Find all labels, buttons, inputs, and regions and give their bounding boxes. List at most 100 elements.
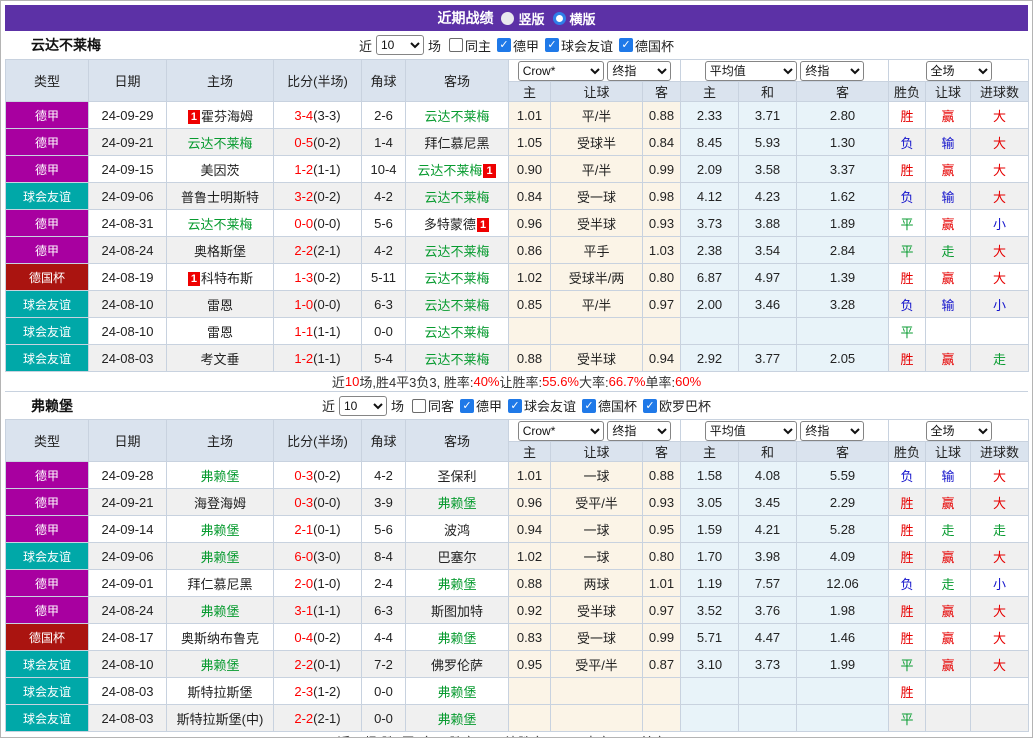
match-type-badge: 德甲 — [6, 210, 89, 237]
layout-option-horizontal[interactable]: 横版 — [553, 9, 596, 28]
avg-away-odds: 1.39 — [797, 264, 889, 291]
away-team-name[interactable]: 云达不莱梅 — [424, 271, 489, 286]
handicap-home-odds: 0.88 — [509, 345, 551, 372]
avg-away-odds: 1.98 — [797, 597, 889, 624]
result-winloss: 负 — [889, 570, 926, 597]
home-team-name[interactable]: 普鲁士明斯特 — [181, 190, 259, 205]
away-team-name[interactable]: 斯图加特 — [431, 604, 483, 619]
match-scope-select[interactable]: 全场 — [926, 61, 992, 81]
away-team-name[interactable]: 波鸿 — [444, 523, 470, 538]
avg-draw-odds: 3.73 — [739, 651, 797, 678]
away-team-name[interactable]: 多特蒙德 — [424, 217, 476, 232]
away-team-name[interactable]: 弗赖堡 — [437, 577, 476, 592]
filter-checkbox[interactable]: ✓德国杯 — [619, 36, 674, 55]
final-odds-select[interactable]: 终指 — [800, 61, 864, 81]
recent-count-select[interactable]: 10 — [376, 35, 424, 55]
checkbox-checked-icon[interactable]: ✓ — [545, 38, 559, 52]
home-team-name[interactable]: 云达不莱梅 — [187, 136, 252, 151]
final-odds-select[interactable]: 终指 — [607, 61, 671, 81]
checkbox-checked-icon[interactable]: ✓ — [582, 399, 596, 413]
checkbox-checked-icon[interactable]: ✓ — [508, 399, 522, 413]
summary-segment: 大率: — [579, 372, 609, 391]
col-header-goals-result: 进球数 — [971, 82, 1029, 102]
handicap-away-odds: 0.80 — [643, 543, 681, 570]
handicap-away-odds: 0.84 — [643, 129, 681, 156]
team-filter-row: 云达不莱梅 近 10 场 同主✓德甲✓球会友谊✓德国杯 — [5, 31, 1028, 59]
home-team-name[interactable]: 斯特拉斯堡 — [187, 685, 252, 700]
away-team-name[interactable]: 拜仁慕尼黑 — [424, 136, 489, 151]
home-team-name[interactable]: 美因茨 — [200, 163, 239, 178]
checkbox-checked-icon[interactable]: ✓ — [497, 38, 511, 52]
team-name: 弗赖堡 — [31, 396, 73, 416]
home-team-name[interactable]: 霍芬海姆 — [201, 109, 253, 124]
home-team-name[interactable]: 弗赖堡 — [200, 604, 239, 619]
result-winloss: 平 — [889, 705, 926, 732]
radio-icon[interactable] — [553, 12, 566, 25]
average-odds-select[interactable]: 平均值 — [705, 421, 797, 441]
match-type-badge: 德国杯 — [6, 264, 89, 291]
away-team-name[interactable]: 云达不莱梅 — [424, 325, 489, 340]
bookmaker-select[interactable]: Crow* — [518, 61, 604, 81]
avg-draw-odds: 3.76 — [739, 597, 797, 624]
checkbox-checked-icon[interactable]: ✓ — [619, 38, 633, 52]
home-team-name[interactable]: 云达不莱梅 — [187, 217, 252, 232]
checkbox-unchecked-icon[interactable] — [412, 399, 426, 413]
avg-draw-odds: 3.54 — [739, 237, 797, 264]
home-team-name[interactable]: 拜仁慕尼黑 — [187, 577, 252, 592]
away-team-name[interactable]: 巴塞尔 — [437, 550, 476, 565]
handicap-home-odds — [509, 678, 551, 705]
summary-segment: 66.7% — [609, 374, 646, 389]
away-team-name[interactable]: 云达不莱梅 — [424, 352, 489, 367]
away-team-name[interactable]: 云达不莱梅 — [424, 109, 489, 124]
home-team-name[interactable]: 弗赖堡 — [200, 658, 239, 673]
away-team-name[interactable]: 佛罗伦萨 — [431, 658, 483, 673]
home-team-name[interactable]: 科特布斯 — [201, 271, 253, 286]
home-team-name[interactable]: 弗赖堡 — [200, 469, 239, 484]
avg-home-odds: 2.09 — [681, 156, 739, 183]
avg-draw-odds: 3.98 — [739, 543, 797, 570]
filter-checkbox[interactable]: ✓德国杯 — [582, 396, 637, 415]
layout-option-vertical[interactable]: 竖版 — [501, 9, 544, 28]
home-team-name[interactable]: 斯特拉斯堡(中) — [177, 712, 264, 727]
away-team-cell: 云达不莱梅 — [406, 102, 509, 129]
home-team-name[interactable]: 奥斯纳布鲁克 — [181, 631, 259, 646]
away-team-name[interactable]: 云达不莱梅 — [424, 298, 489, 313]
away-team-name[interactable]: 云达不莱梅 — [424, 244, 489, 259]
radio-icon[interactable] — [501, 12, 514, 25]
checkbox-unchecked-icon[interactable] — [449, 38, 463, 52]
home-team-name[interactable]: 弗赖堡 — [200, 523, 239, 538]
corner-count: 2-4 — [362, 570, 406, 597]
average-odds-select[interactable]: 平均值 — [705, 61, 797, 81]
filter-checkbox[interactable]: 同客 — [412, 396, 454, 415]
away-team-name[interactable]: 圣保利 — [437, 469, 476, 484]
filter-checkbox[interactable]: ✓球会友谊 — [545, 36, 613, 55]
checkbox-checked-icon[interactable]: ✓ — [460, 399, 474, 413]
away-team-name[interactable]: 云达不莱梅 — [424, 190, 489, 205]
away-team-name[interactable]: 弗赖堡 — [437, 496, 476, 511]
final-odds-select[interactable]: 终指 — [800, 421, 864, 441]
away-team-name[interactable]: 弗赖堡 — [437, 631, 476, 646]
recent-count-select[interactable]: 10 — [339, 396, 387, 416]
match-row: 德国杯 24-08-19 1科特布斯 1-3(0-2) 5-11 云达不莱梅 1… — [6, 264, 1029, 291]
result-winloss: 平 — [889, 651, 926, 678]
away-team-cell: 斯图加特 — [406, 597, 509, 624]
home-team-name[interactable]: 弗赖堡 — [200, 550, 239, 565]
away-team-name[interactable]: 弗赖堡 — [437, 712, 476, 727]
checkbox-checked-icon[interactable]: ✓ — [643, 399, 657, 413]
match-row: 球会友谊 24-08-03 斯特拉斯堡(中) 2-2(2-1) 0-0 弗赖堡 … — [6, 705, 1029, 732]
away-team-name[interactable]: 弗赖堡 — [437, 685, 476, 700]
bookmaker-select[interactable]: Crow* — [518, 421, 604, 441]
filter-checkbox[interactable]: ✓德甲 — [497, 36, 539, 55]
filter-checkbox[interactable]: 同主 — [449, 36, 491, 55]
filter-checkbox[interactable]: ✓球会友谊 — [508, 396, 576, 415]
filter-checkbox[interactable]: ✓欧罗巴杯 — [643, 396, 711, 415]
away-team-name[interactable]: 云达不莱梅 — [417, 163, 482, 178]
home-team-name[interactable]: 考文垂 — [200, 352, 239, 367]
home-team-name[interactable]: 雷恩 — [207, 325, 233, 340]
filter-checkbox[interactable]: ✓德甲 — [460, 396, 502, 415]
match-scope-select[interactable]: 全场 — [926, 421, 992, 441]
home-team-name[interactable]: 奥格斯堡 — [194, 244, 246, 259]
final-odds-select[interactable]: 终指 — [607, 421, 671, 441]
home-team-name[interactable]: 海登海姆 — [194, 496, 246, 511]
home-team-name[interactable]: 雷恩 — [207, 298, 233, 313]
